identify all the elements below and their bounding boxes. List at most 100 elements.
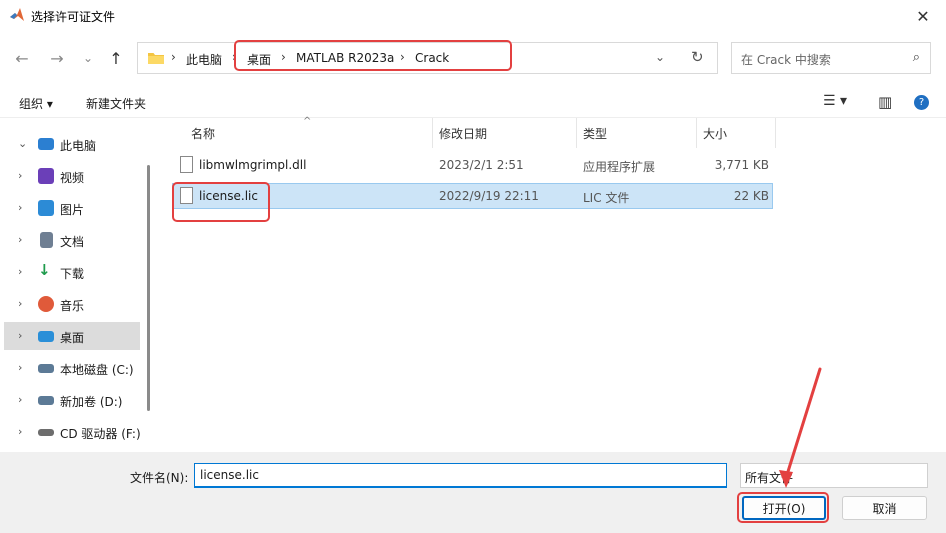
window-title: 选择许可证文件: [31, 10, 116, 24]
column-header-name[interactable]: 名称: [191, 125, 215, 155]
sidebar-scrollbar[interactable]: [147, 165, 150, 411]
column-separator[interactable]: [775, 118, 776, 148]
sidebar-item-label: CD 驱动器 (F:): [60, 427, 141, 441]
search-input[interactable]: 在 Crack 中搜索 ⌕: [731, 42, 931, 74]
sidebar-item-label: 新加卷 (D:): [60, 395, 123, 409]
view-options-icon[interactable]: ☰ ▾: [823, 93, 847, 109]
search-placeholder: 在 Crack 中搜索: [741, 53, 831, 67]
chevron-right-icon[interactable]: ›: [18, 169, 22, 182]
file-date: 2022/9/19 22:11: [439, 189, 539, 203]
refresh-icon[interactable]: ↻: [691, 48, 704, 66]
sidebar-item-cd-drive[interactable]: › CD 驱动器 (F:): [4, 418, 141, 446]
sidebar-item-drive-c[interactable]: › 本地磁盘 (C:): [4, 354, 140, 382]
preview-pane-icon[interactable]: ▥: [878, 93, 892, 111]
file-date: 2023/2/1 2:51: [439, 158, 524, 172]
lic-file-icon: [180, 187, 193, 204]
dll-file-icon: [180, 156, 193, 173]
file-name: libmwlmgrimpl.dll: [199, 158, 307, 172]
chevron-right-icon[interactable]: ›: [18, 201, 22, 214]
sidebar-item-music[interactable]: › 音乐: [4, 290, 140, 318]
breadcrumb-separator: ›: [400, 50, 405, 64]
navigation-bar: ← → ⌄ ↑ › 此电脑 › 桌面 › MATLAB R2023a › Cra…: [0, 34, 946, 82]
chevron-right-icon[interactable]: ›: [18, 297, 22, 310]
file-type: 应用程序扩展: [583, 160, 656, 174]
sidebar-item-label: 此电脑: [60, 139, 97, 153]
chevron-right-icon[interactable]: ›: [18, 425, 22, 438]
title-bar: 选择许可证文件 ✕: [0, 0, 946, 32]
file-row[interactable]: libmwlmgrimpl.dll 2023/2/1 2:51 应用程序扩展 3…: [172, 152, 773, 178]
file-name: license.lic: [199, 189, 258, 203]
column-separator[interactable]: [576, 118, 577, 148]
folder-icon: [148, 53, 164, 64]
chevron-down-icon[interactable]: ⌄: [18, 137, 27, 150]
sort-ascending-icon: ^: [303, 116, 312, 127]
column-header-size[interactable]: 大小: [703, 125, 727, 155]
column-separator[interactable]: [432, 118, 433, 148]
matlab-logo-icon: [10, 8, 24, 21]
breadcrumb-separator: ›: [281, 50, 286, 64]
help-icon[interactable]: ?: [914, 95, 929, 110]
command-bar: 组织 ▾ 新建文件夹 ☰ ▾ ▥ ?: [0, 86, 946, 118]
desktop-icon: [38, 331, 54, 342]
chevron-right-icon[interactable]: ›: [18, 265, 22, 278]
download-icon: ↓: [38, 261, 51, 279]
filename-label: 文件名(N):: [130, 471, 189, 485]
cd-drive-icon: [38, 429, 54, 436]
filename-input[interactable]: license.lic: [194, 463, 727, 488]
sidebar-item-label: 桌面: [60, 331, 85, 345]
cancel-button[interactable]: 取消: [842, 496, 927, 520]
close-button[interactable]: ✕: [900, 0, 946, 32]
address-dropdown-icon[interactable]: ⌄: [655, 50, 665, 64]
breadcrumb-item-matlab[interactable]: MATLAB R2023a: [296, 51, 394, 65]
music-icon: [38, 296, 54, 312]
recent-locations-button[interactable]: ⌄: [76, 46, 100, 70]
file-size: 3,771 KB: [714, 158, 769, 172]
sidebar-item-label: 图片: [60, 203, 85, 217]
sidebar-item-label: 文档: [60, 235, 85, 249]
file-type: LIC 文件: [583, 191, 630, 205]
sidebar-item-this-pc[interactable]: ⌄ 此电脑: [4, 130, 140, 158]
chevron-right-icon[interactable]: ›: [18, 393, 22, 406]
drive-d-icon: [38, 396, 54, 405]
breadcrumb-item-crack[interactable]: Crack: [415, 51, 449, 65]
documents-icon: [40, 232, 53, 248]
sidebar-item-label: 视频: [60, 171, 85, 185]
breadcrumb-separator: ›: [232, 50, 237, 64]
sidebar-item-downloads[interactable]: › ↓ 下载: [4, 258, 140, 286]
file-dialog-footer: 文件名(N): license.lic 所有文件 打开(O) 取消: [0, 452, 946, 533]
chevron-right-icon[interactable]: ›: [18, 329, 22, 342]
computer-icon: [38, 138, 54, 150]
column-separator[interactable]: [696, 118, 697, 148]
open-button[interactable]: 打开(O): [742, 496, 826, 520]
breadcrumb-separator: ›: [171, 50, 176, 64]
organize-menu[interactable]: 组织 ▾: [19, 95, 53, 112]
column-header-type[interactable]: 类型: [583, 125, 607, 155]
sidebar-item-label: 本地磁盘 (C:): [60, 363, 134, 377]
breadcrumb-item-desktop[interactable]: 桌面: [247, 51, 271, 68]
filetype-select[interactable]: 所有文件: [740, 463, 928, 488]
column-header-date[interactable]: 修改日期: [439, 125, 487, 155]
breadcrumb-item-this-pc[interactable]: 此电脑: [186, 51, 222, 68]
sidebar-item-drive-d[interactable]: › 新加卷 (D:): [4, 386, 140, 414]
forward-button[interactable]: →: [45, 46, 69, 70]
search-icon[interactable]: ⌕: [913, 50, 920, 65]
drive-c-icon: [38, 364, 54, 373]
file-size: 22 KB: [733, 189, 769, 203]
sidebar-item-desktop[interactable]: › 桌面: [4, 322, 140, 350]
new-folder-button[interactable]: 新建文件夹: [86, 95, 146, 112]
address-bar[interactable]: › 此电脑 › 桌面 › MATLAB R2023a › Crack ⌄ ↻: [137, 42, 718, 74]
sidebar-item-label: 下载: [60, 267, 85, 281]
up-button[interactable]: ↑: [104, 46, 128, 70]
video-icon: [38, 168, 54, 184]
pictures-icon: [38, 200, 54, 216]
sidebar-item-pictures[interactable]: › 图片: [4, 194, 140, 222]
sidebar-item-videos[interactable]: › 视频: [4, 162, 140, 190]
chevron-right-icon[interactable]: ›: [18, 233, 22, 246]
file-row-selected[interactable]: license.lic 2022/9/19 22:11 LIC 文件 22 KB: [172, 183, 773, 209]
sidebar-item-documents[interactable]: › 文档: [4, 226, 140, 254]
navigation-pane: ⌄ 此电脑 › 视频 › 图片 › 文档 › ↓ 下载 › 音乐 › 桌面 › …: [0, 120, 150, 452]
file-list: ^ 名称 修改日期 类型 大小 libmwlmgrimpl.dll 2023/2…: [160, 116, 946, 452]
back-button[interactable]: ←: [10, 46, 34, 70]
chevron-right-icon[interactable]: ›: [18, 361, 22, 374]
sidebar-item-label: 音乐: [60, 299, 85, 313]
